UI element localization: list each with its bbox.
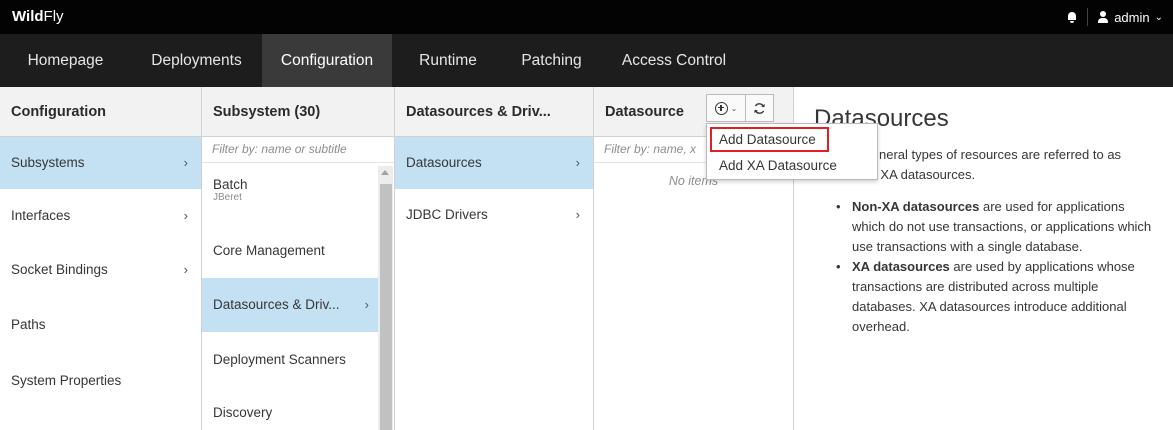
nav-configuration[interactable]: Configuration: [262, 34, 392, 87]
bullet-term: Non-XA datasources: [852, 199, 980, 214]
nav-runtime[interactable]: Runtime: [392, 34, 504, 87]
dsd-item-datasources[interactable]: Datasources ›: [395, 137, 593, 189]
chevron-right-icon: ›: [575, 207, 580, 222]
subsystem-item-discovery[interactable]: Discovery: [202, 388, 394, 430]
header-utilities: admin ⌄: [1067, 8, 1163, 26]
chevron-right-icon: ›: [183, 155, 188, 170]
column-title: Subsystem (30): [202, 87, 394, 137]
menu-item-add-datasource[interactable]: Add Datasource: [719, 132, 816, 147]
list-item: XA datasources are used by applications …: [832, 257, 1152, 337]
column-title: Datasources & Driv...: [395, 87, 593, 137]
dsd-item-jdbc-drivers[interactable]: JDBC Drivers ›: [395, 189, 593, 241]
nav-access-control[interactable]: Access Control: [599, 34, 749, 87]
chevron-right-icon: ›: [575, 155, 580, 170]
item-label: Paths: [11, 317, 46, 332]
item-label: Subsystems: [11, 155, 85, 170]
item-label: Datasources: [406, 155, 482, 170]
item-label: Deployment Scanners: [213, 352, 346, 367]
main-nav: Homepage Deployments Configuration Runti…: [0, 34, 1173, 87]
config-item-system-properties[interactable]: System Properties: [0, 353, 201, 409]
menu-item-add-xa-datasource[interactable]: Add XA Datasource: [719, 158, 837, 173]
subsystem-item-core-management[interactable]: Core Management: [202, 223, 394, 278]
item-label: Interfaces: [11, 208, 71, 223]
description-list: Non-XA datasources are used for applicat…: [832, 197, 1152, 337]
nav-deployments[interactable]: Deployments: [131, 34, 262, 87]
add-circle-icon: [714, 101, 728, 115]
header-divider: [1087, 8, 1089, 26]
subsystem-item-batch[interactable]: Batch JBeret: [202, 163, 394, 223]
item-label: Socket Bindings: [11, 262, 108, 277]
brand-bold: Wild: [12, 8, 44, 25]
config-item-socket-bindings[interactable]: Socket Bindings ›: [0, 243, 201, 297]
config-item-subsystems[interactable]: Subsystems ›: [0, 137, 201, 189]
user-name: admin: [1114, 9, 1150, 25]
scroll-up-icon[interactable]: [381, 170, 389, 175]
subsystem-column: Subsystem (30) Filter by: name or subtit…: [202, 87, 395, 430]
item-label: Core Management: [213, 243, 325, 258]
add-dropdown-button[interactable]: ⌄: [706, 94, 746, 122]
user-icon: [1098, 11, 1109, 23]
item-label: Discovery: [213, 405, 273, 420]
item-label: Datasources & Driv...: [213, 297, 340, 312]
nav-homepage[interactable]: Homepage: [0, 34, 131, 87]
scrollbar-thumb[interactable]: [380, 184, 392, 430]
nav-patching[interactable]: Patching: [504, 34, 599, 87]
refresh-icon: [754, 102, 765, 114]
subsystem-filter-input[interactable]: Filter by: name or subtitle: [202, 137, 394, 163]
chevron-right-icon: ›: [183, 262, 188, 277]
item-label: System Properties: [11, 373, 122, 388]
config-item-paths[interactable]: Paths: [0, 297, 201, 353]
column-title: Configuration: [0, 87, 201, 137]
chevron-down-icon: ⌄: [730, 103, 738, 113]
item-subtitle: JBeret: [213, 192, 242, 203]
list-item: Non-XA datasources are used for applicat…: [832, 197, 1152, 257]
item-label: JDBC Drivers: [406, 207, 488, 222]
datasources-drivers-column: Datasources & Driv... Datasources › JDBC…: [395, 87, 594, 430]
subsystem-item-deployment-scanners[interactable]: Deployment Scanners: [202, 332, 394, 388]
masthead: WildFly admin ⌄: [0, 0, 1173, 34]
configuration-column: Configuration Subsystems › Interfaces › …: [0, 87, 202, 430]
bell-icon[interactable]: [1067, 11, 1077, 23]
user-menu[interactable]: admin ⌄: [1098, 10, 1163, 25]
chevron-right-icon: ›: [183, 208, 188, 223]
datasource-toolbar: ⌄: [706, 94, 774, 122]
refresh-button[interactable]: [746, 94, 774, 122]
brand-logo[interactable]: WildFly: [12, 8, 64, 25]
item-label: Batch: [213, 177, 248, 192]
brand-light: Fly: [43, 8, 64, 25]
add-dropdown-menu: Add Datasource Add XA Datasource: [706, 123, 878, 180]
chevron-right-icon: ›: [364, 297, 369, 312]
intro-line-1: neral types of resources are referred to…: [879, 147, 1122, 162]
chevron-down-icon: ⌄: [1154, 11, 1163, 23]
bullet-term: XA datasources: [852, 259, 950, 274]
subsystem-item-datasources[interactable]: Datasources & Driv... ›: [202, 278, 378, 332]
config-item-interfaces[interactable]: Interfaces ›: [0, 189, 201, 243]
